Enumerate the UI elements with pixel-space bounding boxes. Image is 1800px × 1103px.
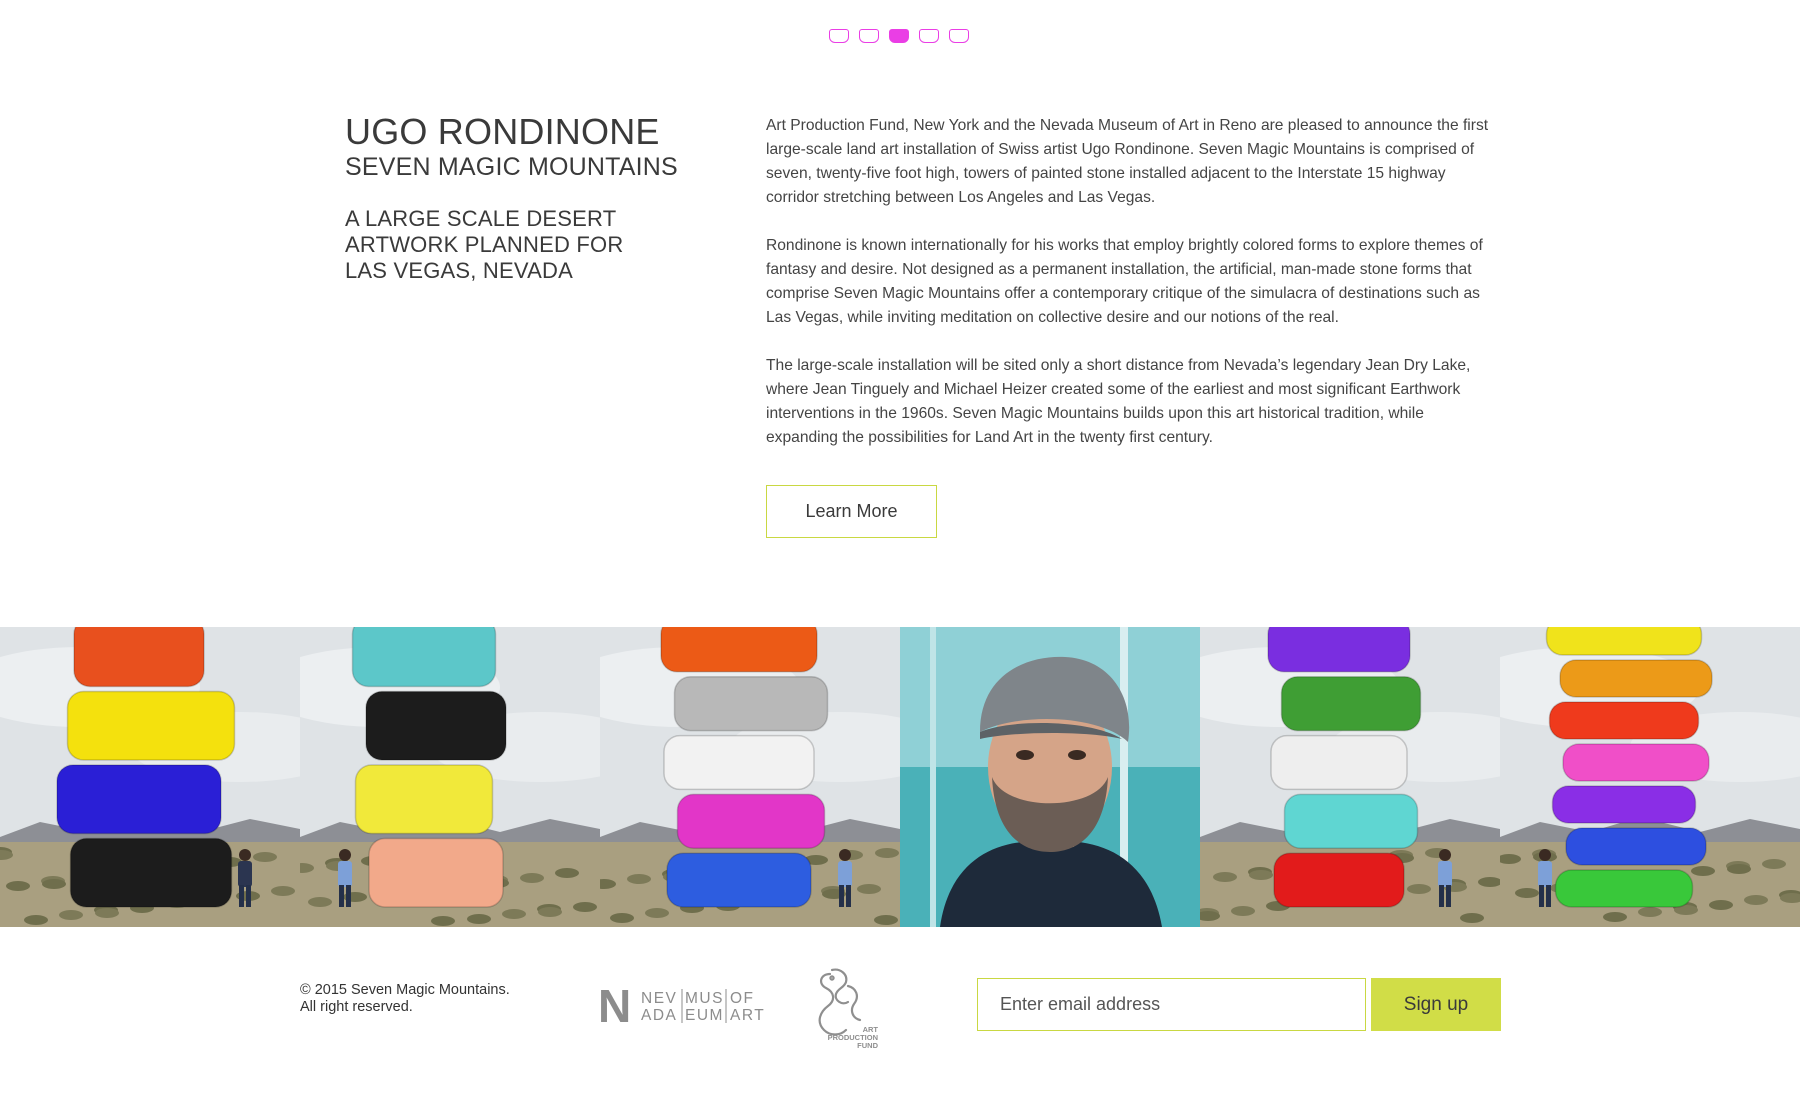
description-paragraph: Art Production Fund, New York and the Ne… <box>766 117 1489 206</box>
subtitle-line: ARTWORK PLANNED FOR <box>345 232 624 257</box>
sculpture-photo[interactable] <box>1500 627 1800 927</box>
heading-block: UGO RONDINONE SEVEN MAGIC MOUNTAINS A LA… <box>345 112 685 284</box>
svg-text:MUS: MUS <box>685 990 724 1007</box>
photo-gallery <box>0 627 1800 927</box>
slide-dot-1[interactable] <box>829 29 849 43</box>
sculpture-photo[interactable] <box>1200 627 1500 927</box>
sculpture-photo[interactable] <box>600 627 900 927</box>
artist-portrait-photo[interactable] <box>900 627 1200 927</box>
svg-text:FUND: FUND <box>857 1041 878 1050</box>
subtitle-line: A LARGE SCALE DESERT <box>345 206 617 231</box>
svg-text:ART: ART <box>730 1007 765 1024</box>
artwork-title: SEVEN MAGIC MOUNTAINS <box>345 153 678 181</box>
signup-button[interactable]: Sign up <box>1371 978 1501 1031</box>
slide-dot-2[interactable] <box>859 29 879 43</box>
nevada-museum-logo[interactable]: N NEV ADA MUS EUM OF ART <box>598 980 768 1032</box>
svg-text:NEV: NEV <box>641 990 677 1007</box>
learn-more-button[interactable]: Learn More <box>766 485 937 538</box>
copyright-line: All right reserved. <box>300 999 413 1015</box>
artwork-subtitle: A LARGE SCALE DESERT ARTWORK PLANNED FOR… <box>345 206 685 284</box>
slide-dot-5[interactable] <box>949 29 969 43</box>
slide-dot-3[interactable] <box>889 29 909 43</box>
slide-indicator <box>829 29 969 43</box>
svg-text:ADA: ADA <box>641 1007 677 1024</box>
art-production-fund-logo[interactable]: ART PRODUCTION FUND <box>810 966 890 1057</box>
description: Art Production Fund, New York and the Ne… <box>766 114 1498 474</box>
description-paragraph: Rondinone is known internationally for h… <box>766 237 1483 326</box>
nevada-logo-letter: N <box>598 986 631 1026</box>
copyright: © 2015 Seven Magic Mountains. All right … <box>300 982 510 1016</box>
copyright-line: © 2015 Seven Magic Mountains. <box>300 982 510 998</box>
artist-name: UGO RONDINONE <box>345 111 660 152</box>
description-paragraph: The large-scale installation will be sit… <box>766 357 1471 446</box>
sculpture-photo[interactable] <box>300 627 600 927</box>
email-input[interactable] <box>977 978 1366 1031</box>
sculpture-photo[interactable] <box>0 627 300 927</box>
svg-text:EUM: EUM <box>685 1007 724 1024</box>
subtitle-line: LAS VEGAS, NEVADA <box>345 258 573 283</box>
svg-text:OF: OF <box>730 990 755 1007</box>
slide-dot-4[interactable] <box>919 29 939 43</box>
